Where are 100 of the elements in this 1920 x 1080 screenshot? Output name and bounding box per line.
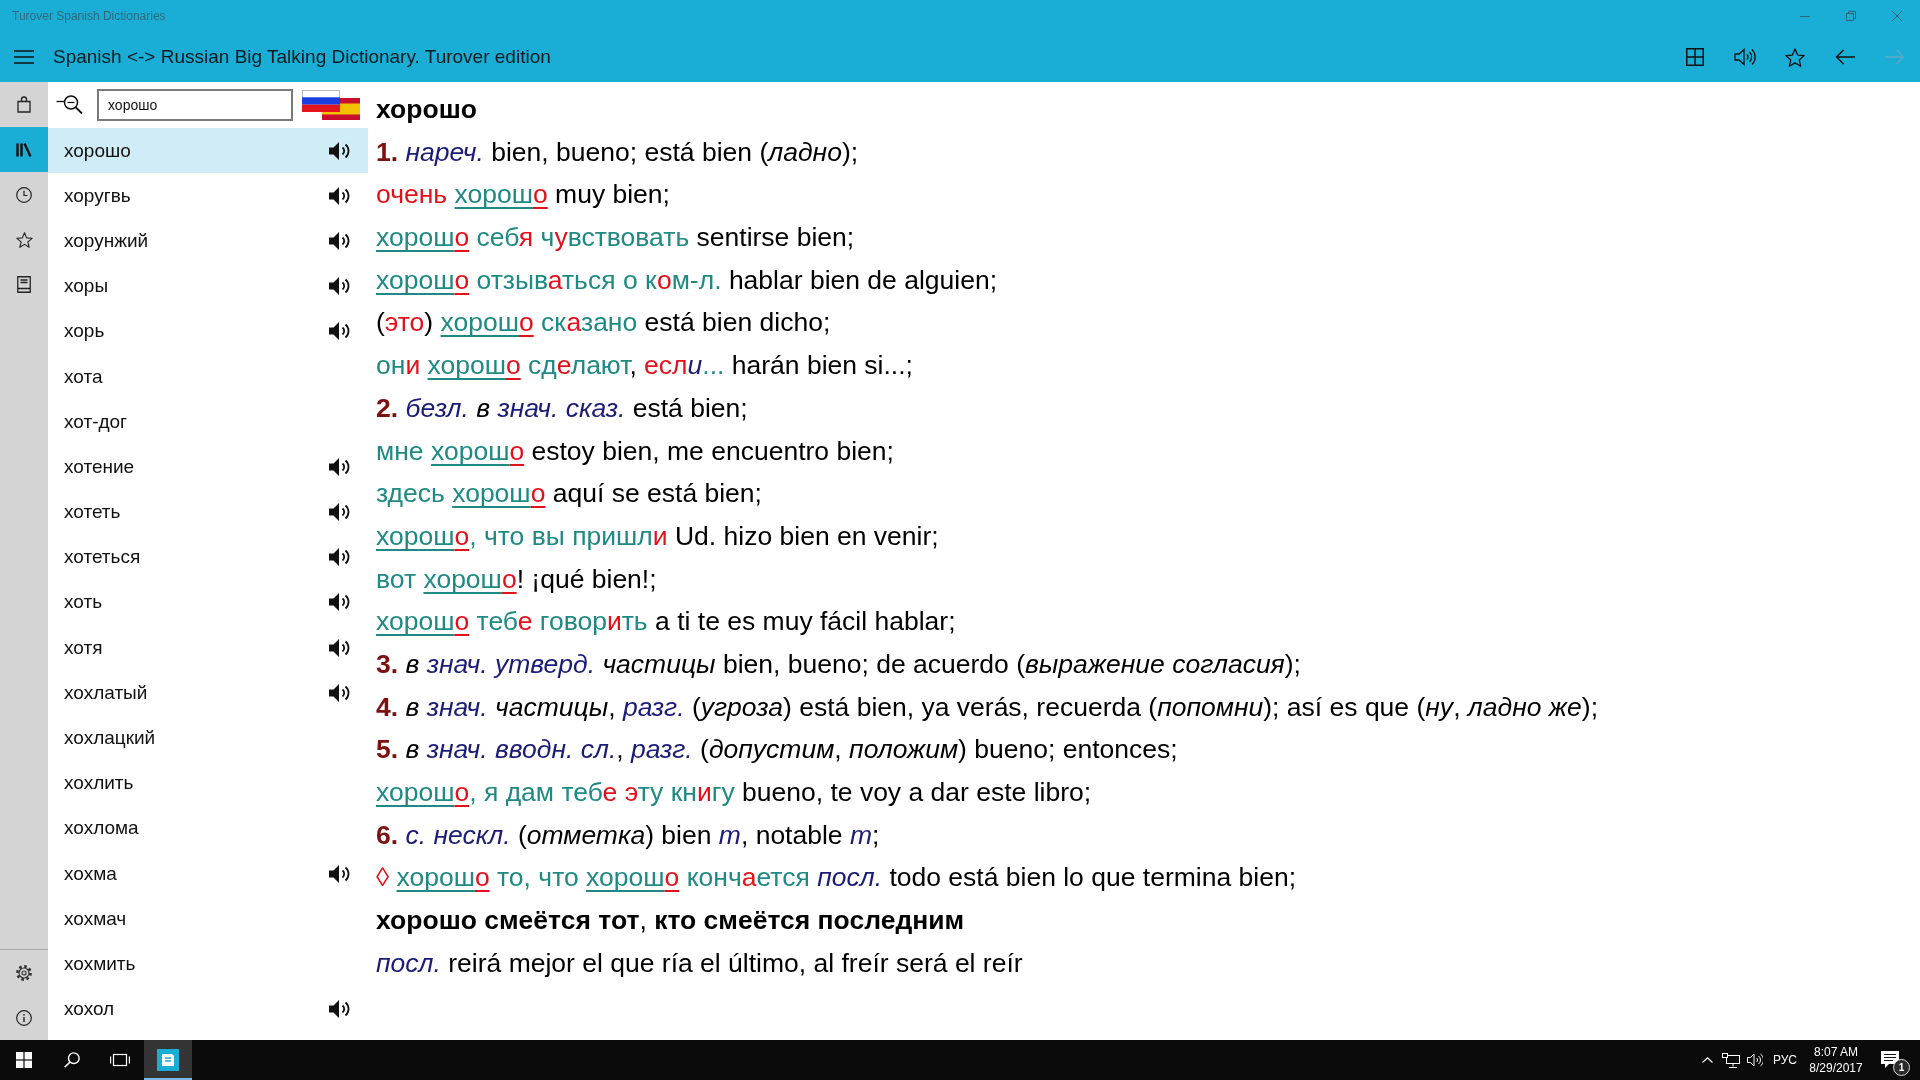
word-link[interactable]: хорошо — [396, 862, 490, 893]
settings-icon — [15, 963, 33, 982]
entry-line: хорошо отзываться о ком-л. hablar bien de alguien; — [376, 263, 998, 297]
entry-line: хорошо смеётся тот, кто смеётся последним — [376, 904, 965, 938]
entry-line: хорошо себя чувствовать sentirse bien; — [376, 221, 855, 255]
word-link[interactable]: хорошо — [423, 563, 517, 594]
word-list-item[interactable]: хота — [48, 353, 368, 400]
info-icon — [16, 1009, 32, 1026]
entry-line: очень хорошо muy bien; — [376, 178, 670, 212]
restore-icon — [1846, 11, 1856, 21]
word-link[interactable]: хорошо — [427, 350, 521, 381]
entry-line: (это) хорошо сказано está bien dicho; — [376, 306, 831, 340]
word-link[interactable]: хорошо — [376, 777, 470, 807]
word-list-item[interactable]: хоть — [48, 579, 368, 626]
word-list-item[interactable]: хохлатый — [48, 670, 368, 716]
notification-button[interactable]: 1 — [1869, 1040, 1911, 1080]
word-list-item[interactable]: хотеть — [48, 489, 368, 535]
taskbar-app-button[interactable] — [144, 1040, 192, 1080]
speaker-icon — [1734, 48, 1756, 66]
star-icon — [15, 231, 33, 248]
speaker-icon[interactable] — [328, 185, 352, 206]
word-list-item[interactable]: хоругвь — [48, 173, 368, 219]
entry-line: вот хорошо! ¡qué bien!; — [376, 562, 657, 596]
word-list-item[interactable]: хохмить — [48, 941, 368, 987]
app-title: Spanish <-> Russian Big Talking Dictionary. Turover edition — [53, 46, 552, 68]
minimize-icon — [1800, 15, 1810, 17]
word-list-item[interactable]: хохма — [48, 851, 368, 897]
word-link[interactable]: хорошо — [452, 478, 546, 509]
menu-icon — [14, 50, 34, 64]
word-list-item[interactable]: хохлацкий — [48, 715, 368, 761]
task-view-icon — [110, 1052, 130, 1068]
word-list-item[interactable]: хохол — [48, 986, 368, 1032]
speaker-icon[interactable] — [328, 502, 352, 523]
entry-line: 4. в знач. частицы, разг. (угроза) está bien, ya verás, recuerda (попомни); así es que (ну, ладно же); — [376, 690, 1599, 724]
entry-line: ◊ хорошо то, что хорошо кончается посл. todo está bien lo que termina bien; — [376, 861, 1296, 895]
window-title: Turover Spanish Dictionaries — [12, 9, 167, 23]
word-list-item[interactable]: хорунжий — [48, 218, 368, 264]
entry-line: хорошо, что вы пришли Ud. hizo bien en venir; — [376, 519, 939, 553]
word-list-item[interactable]: хотеться — [48, 534, 368, 580]
entry-line: посл. reirá mejor el que ría el último, al freír será el reír — [376, 946, 1023, 980]
book-icon — [17, 276, 31, 293]
word-link[interactable]: хорошо — [430, 435, 525, 466]
speaker-icon[interactable] — [328, 637, 352, 658]
windows-logo-icon — [16, 1052, 32, 1068]
speaker-icon[interactable] — [328, 547, 352, 568]
word-link[interactable]: хорошо — [586, 862, 680, 893]
word-list-item[interactable]: хохлить — [48, 760, 368, 806]
entry-line: 6. с. нескл. (отметка) bien m, notable m; — [376, 818, 880, 852]
chevron-up-icon — [1701, 1057, 1713, 1063]
forward-arrow-icon — [1885, 49, 1905, 65]
notification-badge: 1 — [1893, 1059, 1910, 1076]
entry-line: 1. нареч. bien, bueno; está bien (ладно); — [376, 135, 859, 169]
speaker-icon[interactable] — [328, 456, 352, 477]
headword: хорошо — [376, 93, 477, 126]
back-arrow-icon — [1835, 49, 1855, 65]
word-link[interactable]: хорошо — [376, 264, 470, 295]
entry-line: хорошо тебе говорить a ti te es muy fácil hablar; — [376, 605, 956, 639]
word-link[interactable]: хорошо — [454, 179, 548, 210]
word-link[interactable]: хорошо — [376, 222, 470, 253]
app-tile-icon — [157, 1049, 179, 1071]
word-list-item[interactable]: хотение — [48, 444, 368, 490]
speaker-icon[interactable] — [328, 230, 352, 251]
grid-icon — [1686, 48, 1704, 66]
search-field[interactable]: хорошо — [97, 89, 293, 121]
speaker-icon[interactable] — [328, 999, 352, 1020]
word-list-item[interactable]: хохмач — [48, 896, 368, 942]
word-list-item[interactable]: хотя — [48, 625, 368, 671]
taskbar-clock[interactable]: 8:07 AM 8/29/2017 — [1803, 1040, 1869, 1080]
speaker-icon[interactable] — [328, 321, 352, 342]
language-flags-icon[interactable] — [302, 90, 360, 120]
input-language-button[interactable]: РУС — [1767, 1040, 1803, 1080]
word-list-item[interactable]: хохлома — [48, 805, 368, 851]
speaker-icon[interactable] — [328, 140, 352, 161]
word-list-item[interactable]: хорошо — [48, 128, 368, 174]
entry-line: мне хорошо estoy bien, me encuentro bien; — [376, 434, 894, 468]
books-icon — [16, 142, 32, 157]
speaker-icon — [1747, 1053, 1763, 1067]
entry-line: 5. в знач. вводн. сл., разг. (допустим, положим) bueno; entonces; — [376, 733, 1178, 767]
speaker-icon[interactable] — [328, 276, 352, 297]
network-icon — [1722, 1052, 1740, 1068]
word-link[interactable]: хорошо — [376, 606, 470, 637]
entry-line: здесь хорошо aquí se está bien; — [376, 477, 762, 511]
entry-line: хорошо, я дам тебе эту книгу bueno, te voy a dar este libro; — [376, 776, 1092, 809]
speaker-icon[interactable] — [328, 863, 352, 884]
clock-icon — [16, 186, 32, 203]
star-icon — [1785, 47, 1805, 67]
speaker-icon[interactable] — [328, 682, 352, 703]
entry-line: 2. безл. в знач. сказ. está bien; — [376, 391, 748, 425]
search-icon — [64, 1052, 80, 1068]
entry-line: 3. в знач. утверд. частицы bien, bueno; de acuerdo (выражение согласия); — [376, 647, 1301, 681]
word-list-item[interactable]: хот-дог — [48, 399, 368, 445]
word-link[interactable]: хорошо — [376, 520, 470, 551]
close-icon — [1892, 11, 1902, 21]
word-link[interactable]: хорошо — [440, 307, 534, 338]
word-list-item[interactable]: хоры — [48, 263, 368, 309]
word-list-item[interactable]: хорь — [48, 308, 368, 354]
nav-button[interactable] — [0, 127, 48, 172]
bag-icon — [17, 96, 31, 113]
speaker-icon[interactable] — [328, 592, 352, 613]
entry-line: они хорошо сделают, если... harán bien si...; — [376, 349, 913, 383]
